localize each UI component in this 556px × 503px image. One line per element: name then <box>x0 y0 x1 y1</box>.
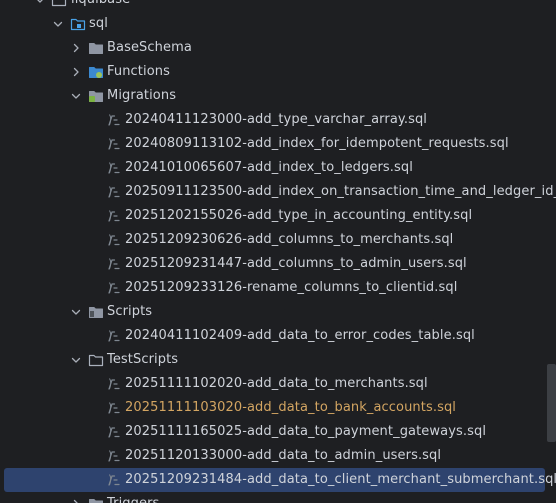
tree-file-item[interactable]: 20240411102409-add_data_to_error_codes_t… <box>0 324 556 348</box>
sql-file-icon <box>106 136 122 152</box>
sql-file-icon <box>106 232 122 248</box>
tree-file-item-selected[interactable]: 20251209231484-add_data_to_client_mercha… <box>0 468 556 492</box>
tree-node-label: TestScripts <box>107 352 179 367</box>
sql-file-icon <box>106 448 122 464</box>
chevron-down-icon[interactable] <box>34 0 46 6</box>
folder-icon <box>88 40 104 56</box>
tree-file-item[interactable]: 20250911123500-add_index_on_transaction_… <box>0 180 556 204</box>
sql-file-icon <box>106 112 122 128</box>
sql-file-icon <box>106 376 122 392</box>
chevron-down-icon[interactable] <box>52 18 64 30</box>
tree-node-functions[interactable]: Functions <box>0 60 556 84</box>
tree-node-label: BaseSchema <box>107 40 192 55</box>
sql-file-icon <box>106 208 122 224</box>
tree-file-item[interactable]: 20251209233126-rename_columns_to_clienti… <box>0 276 556 300</box>
tree-file-item-modified[interactable]: 20251111103020-add_data_to_bank_accounts… <box>0 396 556 420</box>
tree-file-item[interactable]: 20251209231447-add_columns_to_admin_user… <box>0 252 556 276</box>
tree-node-liquibase[interactable]: liquibase <box>0 0 556 12</box>
file-name: 20241010065607-add_index_to_ledgers.sql <box>125 160 413 175</box>
file-name: 20251209231484-add_data_to_client_mercha… <box>125 472 556 487</box>
tree-node-triggers[interactable]: Triggers <box>0 492 556 503</box>
sql-file-icon <box>106 424 122 440</box>
tree-node-scripts[interactable]: Scripts <box>0 300 556 324</box>
file-name: 20251209233126-rename_columns_to_clienti… <box>125 280 458 295</box>
chevron-down-icon[interactable] <box>70 90 82 102</box>
folder-icon <box>88 352 104 368</box>
tree-node-sql[interactable]: sql <box>0 12 556 36</box>
resources-folder-icon <box>88 88 104 104</box>
chevron-right-icon[interactable] <box>70 66 82 78</box>
chevron-right-icon[interactable] <box>70 498 82 503</box>
liquibase-folder-icon <box>51 0 67 8</box>
chevron-right-icon[interactable] <box>70 42 82 54</box>
tree-file-item[interactable]: 20240411123000-add_type_varchar_array.sq… <box>0 108 556 132</box>
file-name: 20251209230626-add_columns_to_merchants.… <box>125 232 454 247</box>
folder-icon <box>88 496 104 503</box>
file-name: 20251202155026-add_type_in_accounting_en… <box>125 208 473 223</box>
file-name: 20251111165025-add_data_to_payment_gatew… <box>125 424 487 439</box>
tree-node-label: sql <box>89 16 108 31</box>
sql-file-icon <box>106 400 122 416</box>
tree-node-label: Scripts <box>107 304 153 319</box>
file-name: 20240411123000-add_type_varchar_array.sq… <box>125 112 428 127</box>
tree-file-item[interactable]: 20251209230626-add_columns_to_merchants.… <box>0 228 556 252</box>
sql-file-icon <box>106 472 122 488</box>
vertical-scrollbar-thumb[interactable] <box>547 364 556 442</box>
tree-file-item[interactable]: 20251202155026-add_type_in_accounting_en… <box>0 204 556 228</box>
chevron-down-icon[interactable] <box>70 354 82 366</box>
functions-folder-icon <box>88 64 104 80</box>
tree-node-label: Triggers <box>107 492 159 503</box>
tree-node-label: liquibase <box>71 0 130 12</box>
tree-file-item[interactable]: 20240809113102-add_index_for_idempotent_… <box>0 132 556 156</box>
tree-node-migrations[interactable]: Migrations <box>0 84 556 108</box>
chevron-down-icon[interactable] <box>70 306 82 318</box>
file-name: 20251111102020-add_data_to_merchants.sql <box>125 376 428 391</box>
tree-file-item[interactable]: 20241010065607-add_index_to_ledgers.sql <box>0 156 556 180</box>
sql-file-icon <box>106 184 122 200</box>
file-name: 20251111103020-add_data_to_bank_accounts… <box>125 400 457 415</box>
sql-file-icon <box>106 256 122 272</box>
scripts-folder-icon <box>88 304 104 320</box>
module-folder-icon <box>70 16 86 32</box>
tree-node-base-schema[interactable]: BaseSchema <box>0 36 556 60</box>
sql-file-icon <box>106 280 122 296</box>
file-name: 20240411102409-add_data_to_error_codes_t… <box>125 328 475 343</box>
file-name: 20250911123500-add_index_on_transaction_… <box>125 184 556 199</box>
tree-node-test-scripts[interactable]: TestScripts <box>0 348 556 372</box>
tree-file-item[interactable]: 20251111102020-add_data_to_merchants.sql <box>0 372 556 396</box>
file-name: 20251209231447-add_columns_to_admin_user… <box>125 256 467 271</box>
file-name: 20251120133000-add_data_to_admin_users.s… <box>125 448 442 463</box>
tree-file-item[interactable]: 20251111165025-add_data_to_payment_gatew… <box>0 420 556 444</box>
sql-file-icon <box>106 160 122 176</box>
file-name: 20240809113102-add_index_for_idempotent_… <box>125 136 509 151</box>
tree-node-label: Functions <box>107 64 170 79</box>
sql-file-icon <box>106 328 122 344</box>
tree-file-item[interactable]: 20251120133000-add_data_to_admin_users.s… <box>0 444 556 468</box>
tree-node-label: Migrations <box>107 88 177 103</box>
project-tree: liquibase sql BaseSchema Functions Migra… <box>0 0 556 503</box>
